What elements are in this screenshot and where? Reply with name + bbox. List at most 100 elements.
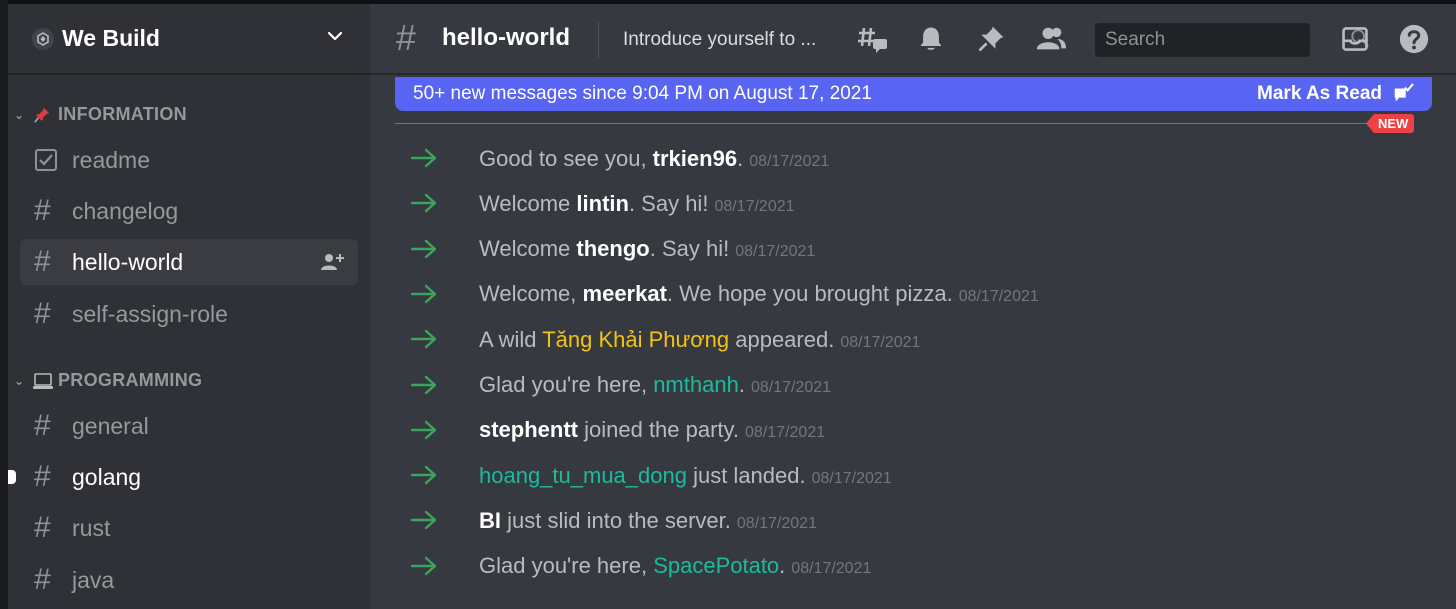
message-text: Welcome lintin. Say hi! 08/17/2021 [479,191,795,217]
channel-label: changelog [72,197,179,224]
username-link[interactable]: Tăng Khải Phương [542,327,729,352]
username-link[interactable]: thengo [576,236,649,261]
message-timestamp[interactable]: 08/17/2021 [749,153,829,170]
message-prefix: Welcome [479,190,577,216]
join-arrow-icon [410,239,437,258]
hash-icon: # [34,245,51,278]
message-prefix: A wild [479,326,543,352]
server-rail-edge [0,0,8,609]
message-suffix: . [779,553,786,579]
join-arrow-icon [410,375,437,394]
search-box[interactable] [1095,23,1369,57]
message-timestamp[interactable]: 08/17/2021 [840,334,920,351]
hash-icon: # [34,194,51,227]
message-prefix: Good to see you, [479,145,653,171]
server-header[interactable]: We Build [8,4,370,75]
new-messages-bar[interactable]: 50+ new messages since 9:04 PM on August… [395,77,1432,111]
message-suffix: . [737,145,744,171]
message-timestamp[interactable]: 08/17/2021 [737,515,817,532]
message-timestamp[interactable]: 08/17/2021 [714,198,794,215]
server-boost-icon [32,27,54,50]
system-message: Welcome thengo. Say hi! 08/17/2021 [370,227,1456,272]
message-text: Glad you're here, nmthanh. 08/17/2021 [479,372,831,398]
mark-as-read-label: Mark As Read [1257,83,1382,104]
channel-topic[interactable]: Introduce yourself to ... [623,29,816,51]
hash-icon: # [34,297,51,330]
hash-icon: # [34,409,51,442]
message-suffix: appeared. [729,326,835,352]
hash-icon: # [34,460,51,493]
message-suffix: just landed. [686,462,806,488]
inbox-icon[interactable] [1338,22,1372,56]
join-arrow-icon [410,511,437,530]
username-link[interactable]: SpacePotato [653,553,779,578]
channel-java[interactable]: # java [20,557,358,603]
message-text: A wild Tăng Khải Phương appeared. 08/17/2… [479,327,920,353]
system-message: BI just slid into the server. 08/17/2021 [370,498,1456,543]
chevron-down-icon[interactable] [324,25,346,52]
channel-label: readme [72,146,150,173]
channel-golang[interactable]: # golang [8,454,358,500]
channel-hello-world[interactable]: # hello-world [20,239,358,285]
message-suffix: . We hope you brought pizza. [666,281,953,307]
join-arrow-icon [410,284,437,304]
hash-icon: # [34,511,51,544]
hash-icon: # [396,17,417,58]
message-suffix: just slid into the server. [501,507,731,533]
message-suffix: . [738,372,745,397]
join-arrow-icon [410,148,437,168]
channel-label: general [72,412,149,439]
category-programming[interactable]: ⌄ PROGRAMMING [8,370,202,391]
channel-readme[interactable]: readme [20,137,358,183]
pin-icon[interactable] [974,22,1008,56]
join-arrow-icon [410,194,437,213]
username-link[interactable]: hoang_tu_mua_dong [479,463,687,488]
members-icon[interactable] [1034,22,1068,56]
username-link[interactable]: nmthanh [653,372,739,397]
username-link[interactable]: BI [479,508,501,533]
username-link[interactable]: lintin [576,191,629,216]
server-name: We Build [62,25,160,51]
header-divider [598,22,599,58]
category-label: PROGRAMMING [58,370,203,390]
channel-changelog[interactable]: # changelog [20,188,358,234]
message-timestamp[interactable]: 08/17/2021 [735,243,815,260]
caret-down-icon: ⌄ [14,373,25,388]
category-information[interactable]: ⌄ INFORMATION [8,104,187,125]
checklist-icon [35,149,57,171]
help-icon[interactable] [1397,22,1431,56]
message-timestamp[interactable]: 08/17/2021 [812,470,892,487]
unread-indicator [8,470,16,484]
system-message: Glad you're here, nmthanh. 08/17/2021 [370,363,1456,408]
message-text: stephentt joined the party. 08/17/2021 [479,417,825,443]
system-message: Glad you're here, SpacePotato. 08/17/2021 [370,544,1456,589]
message-text: hoang_tu_mua_dong just landed. 08/17/2021 [479,463,892,489]
message-timestamp[interactable]: 08/17/2021 [791,560,871,577]
mark-as-read-button[interactable]: Mark As Read [1257,83,1414,105]
channel-general[interactable]: # general [20,403,358,449]
search-input[interactable] [1105,29,1350,51]
channel-rust[interactable]: # rust [20,505,358,551]
message-text: BI just slid into the server. 08/17/2021 [479,508,817,534]
system-message: A wild Tăng Khải Phương appeared. 08/17/2… [370,317,1456,362]
system-message: Welcome lintin. Say hi! 08/17/2021 [370,181,1456,226]
channel-label: self-assign-role [72,300,228,327]
join-arrow-icon [410,556,437,575]
username-link[interactable]: meerkat [583,281,667,306]
new-messages-divider [395,123,1410,124]
message-timestamp[interactable]: 08/17/2021 [751,379,831,396]
bell-icon[interactable] [914,22,948,56]
message-prefix: Welcome [479,236,577,262]
system-message: hoang_tu_mua_dong just landed. 08/17/2021 [370,453,1456,498]
join-arrow-icon [410,420,437,439]
username-link[interactable]: stephentt [479,417,578,442]
message-timestamp[interactable]: 08/17/2021 [745,424,825,441]
add-member-icon[interactable] [320,251,346,278]
message-text: Good to see you, trkien96. 08/17/2021 [479,146,829,172]
channel-header: # hello-world Introduce yourself to ... [370,4,1456,75]
message-timestamp[interactable]: 08/17/2021 [959,288,1039,305]
username-link[interactable]: trkien96 [653,146,737,171]
channel-label: java [72,566,115,593]
threads-icon[interactable] [856,22,890,56]
channel-self-assign-role[interactable]: # self-assign-role [20,291,358,337]
